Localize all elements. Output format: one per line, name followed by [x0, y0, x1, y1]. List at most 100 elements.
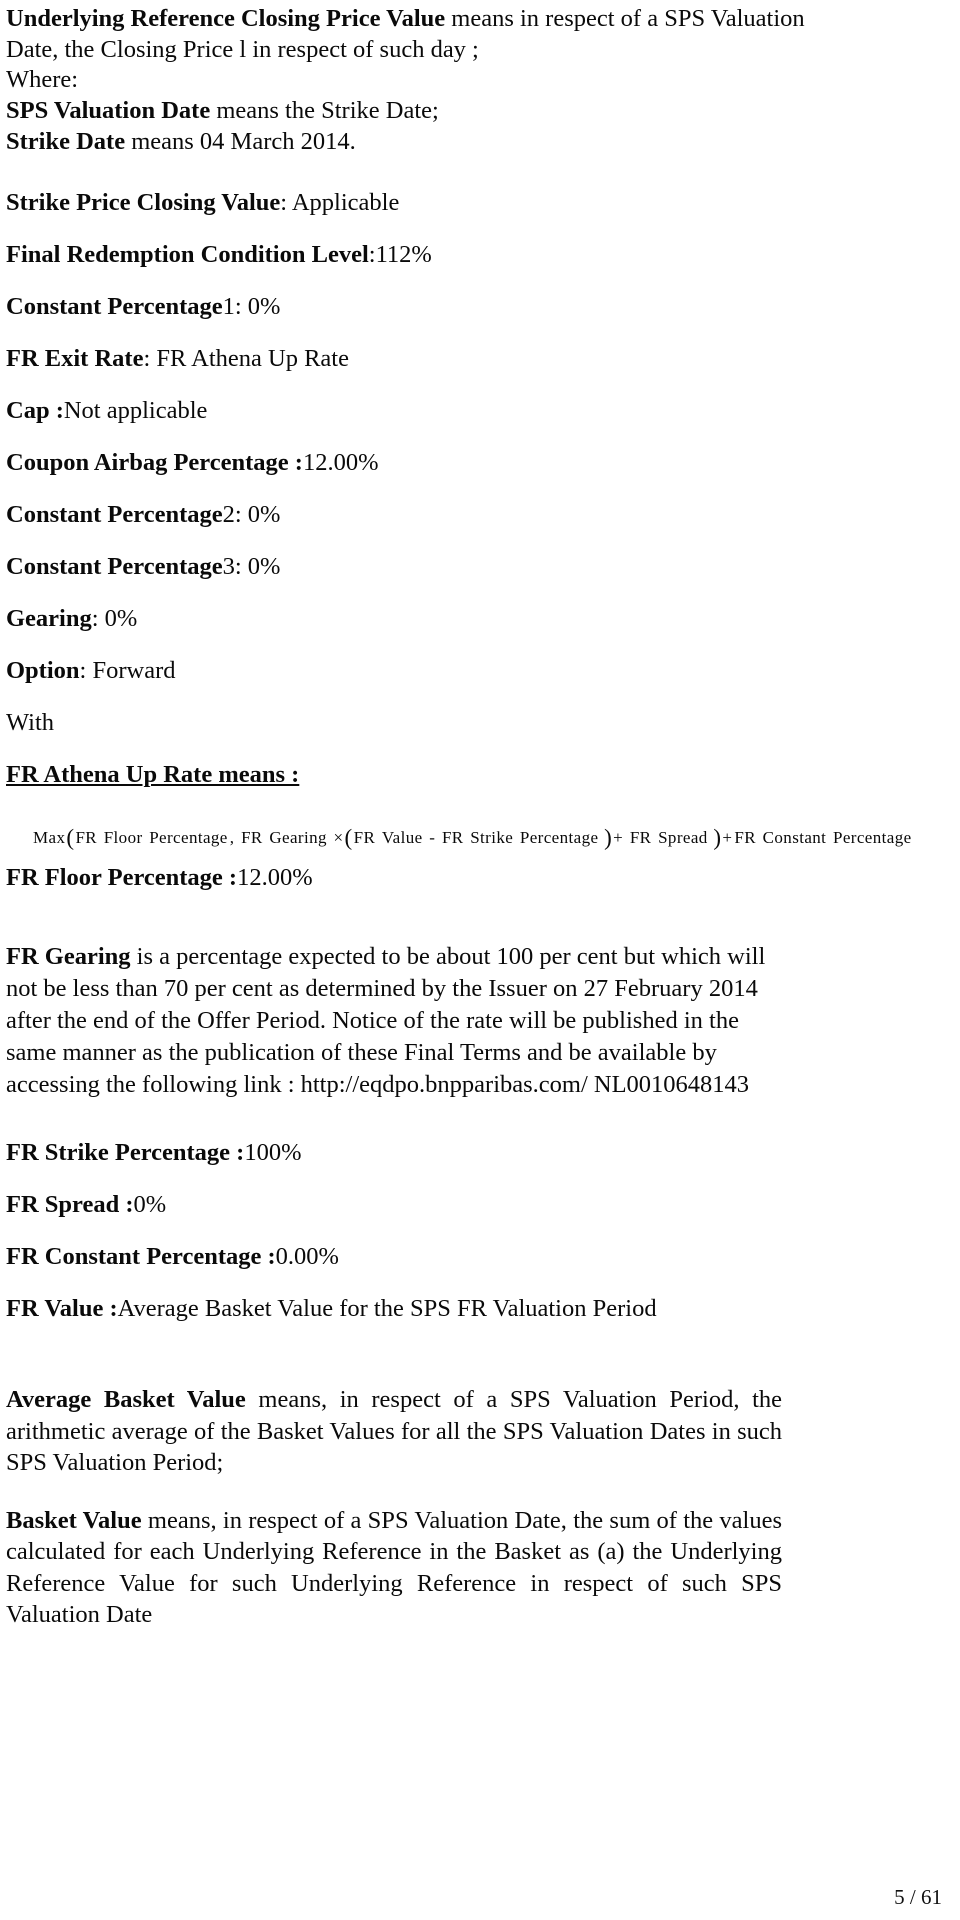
fr-athena-up-rate-formula: Max(FR Floor Percentage, FR Gearing ×(FR… — [6, 824, 911, 852]
basket-value-paragraph: Basket Value means, in respect of a SPS … — [6, 1505, 782, 1631]
term-fr-value: FR Value : Average Basket Value for the … — [6, 1294, 782, 1346]
intro-term-underlying-reference: Underlying Reference Closing Price Value — [6, 5, 446, 32]
term-value: : Forward — [79, 656, 176, 684]
term-label: Cap : — [6, 396, 64, 424]
formula-token: , — [229, 827, 235, 847]
term-fr-floor-percentage: FR Floor Percentage : 12.00% — [6, 863, 782, 915]
formula-token: ( — [66, 824, 75, 850]
average-basket-value-paragraph: Average Basket Value means, in respect o… — [6, 1384, 782, 1478]
term-value: 3: 0% — [222, 552, 281, 580]
intro-line-5: Strike Date means 04 March 2014. — [6, 127, 782, 158]
term-label: Final Redemption Condition Level — [6, 240, 369, 268]
formula-token: FR — [441, 827, 464, 847]
spacer-after-fr-gearing — [6, 1100, 782, 1138]
spacer-before-formula — [6, 812, 782, 824]
basket-value-label: Basket Value — [6, 1506, 142, 1534]
intro-term-strike-date: Strike Date — [6, 127, 126, 155]
intro-line-4: SPS Valuation Date means the Strike Date… — [6, 96, 782, 127]
formula-multiply-operator: × — [333, 827, 344, 847]
formula-token: Percentage — [832, 827, 912, 847]
term-gearing: Gearing: 0% — [6, 604, 782, 656]
intro-term-sps-valuation-date: SPS Valuation Date — [6, 97, 211, 125]
formula-token: Constant — [762, 827, 827, 847]
term-label: FR Strike Percentage : — [6, 1139, 245, 1167]
fr-athena-up-rate-heading-row: FR Athena Up Rate means : — [6, 760, 782, 812]
term-value: Not applicable — [63, 396, 208, 424]
spacer-after-intro — [6, 162, 782, 188]
term-value: 1: 0% — [222, 292, 281, 320]
term-fr-spread: FR Spread : 0% — [6, 1190, 782, 1242]
term-label: Option — [6, 656, 80, 684]
formula-token: Percentage — [149, 827, 228, 847]
term-label: FR Floor Percentage : — [6, 864, 238, 892]
term-value: : Applicable — [280, 188, 400, 216]
term-fr-constant-percentage: FR Constant Percentage : 0.00% — [6, 1242, 782, 1294]
formula-token: Value — [381, 827, 423, 847]
term-constant-percentage-1: Constant Percentage 1: 0% — [6, 292, 782, 344]
term-value: 0.00% — [275, 1243, 339, 1271]
term-constant-percentage-2: Constant Percentage 2: 0% — [6, 500, 782, 552]
term-label: Constant Percentage — [6, 500, 223, 528]
intro-line-2: Date, the Closing Price l in respect of … — [6, 35, 479, 63]
formula-token: Floor — [103, 827, 143, 847]
formula-token: ( — [344, 824, 353, 850]
intro-line-5-rest: means 04 March 2014. — [125, 127, 356, 155]
term-final-redemption-condition-level: Final Redemption Condition Level:112% — [6, 240, 782, 292]
term-label: Coupon Airbag Percentage : — [6, 448, 303, 476]
term-label: Constant Percentage — [6, 552, 223, 580]
term-option: Option: Forward — [6, 656, 782, 708]
formula-token: FR — [629, 827, 652, 847]
fr-gearing-paragraph: FR Gearing is a percentage expected to b… — [6, 941, 782, 1100]
term-value: Average Basket Value for the SPS FR Valu… — [117, 1295, 657, 1323]
intro-line-3-where: Where: — [6, 66, 79, 94]
term-value: : FR Athena Up Rate — [143, 344, 349, 372]
term-label: FR Exit Rate — [6, 344, 144, 372]
term-label: FR Value : — [6, 1295, 118, 1323]
term-coupon-airbag-percentage: Coupon Airbag Percentage : 12.00% — [6, 448, 782, 500]
spacer-before-fr-gearing — [6, 915, 782, 941]
formula-token: Spread — [658, 827, 708, 847]
term-label: Gearing — [6, 604, 92, 632]
intro-line-1: Underlying Reference Closing Price Value… — [6, 4, 805, 35]
intro-line-1-rest: means in respect of a SPS Valuation — [445, 5, 805, 32]
term-label: Constant Percentage — [6, 292, 223, 320]
average-basket-value-label: Average Basket Value — [6, 1386, 246, 1414]
spacer-after-formula — [6, 851, 782, 863]
formula-token: Max — [33, 827, 66, 847]
term-fr-exit-rate: FR Exit Rate : FR Athena Up Rate — [6, 344, 782, 396]
intro-block: Underlying Reference Closing Price Value… — [6, 4, 805, 158]
with-label: With — [6, 708, 55, 736]
formula-token: FR — [75, 827, 98, 847]
term-value: 12.00% — [237, 864, 313, 892]
formula-plus-operator: + — [722, 827, 733, 847]
formula-token: Strike — [470, 827, 514, 847]
term-label: FR Spread : — [6, 1191, 134, 1219]
fr-gearing-label: FR Gearing — [6, 943, 131, 971]
formula-token: ) — [604, 824, 613, 850]
term-fr-strike-percentage: FR Strike Percentage : 100% — [6, 1138, 782, 1190]
formula-plus-operator: + — [613, 827, 624, 847]
fr-athena-up-rate-heading: FR Athena Up Rate means : — [6, 760, 300, 788]
page-content: Underlying Reference Closing Price Value… — [6, 4, 911, 1631]
term-cap: Cap : Not applicable — [6, 396, 782, 448]
intro-line-4-rest: means the Strike Date; — [210, 97, 439, 125]
formula-token: FR — [353, 827, 376, 847]
formula-token: Gearing — [269, 827, 327, 847]
document-page: Underlying Reference Closing Price Value… — [0, 0, 960, 1920]
spacer-between-definitions — [6, 1479, 782, 1505]
formula-minus-operator: - — [429, 827, 436, 847]
term-constant-percentage-3: Constant Percentage 3: 0% — [6, 552, 782, 604]
term-value: :112% — [368, 240, 432, 268]
formula-token: Percentage — [519, 827, 599, 847]
term-value: 0% — [133, 1191, 167, 1219]
term-value: 12.00% — [302, 448, 379, 476]
formula-token: FR — [241, 827, 263, 847]
term-value: : 0% — [91, 604, 138, 632]
term-label: Strike Price Closing Value — [6, 188, 281, 216]
term-value: 100% — [244, 1139, 302, 1167]
term-label: FR Constant Percentage : — [6, 1243, 276, 1271]
spacer-before-definitions — [6, 1346, 782, 1384]
term-value: 2: 0% — [222, 500, 281, 528]
term-strike-price-closing-value: Strike Price Closing Value : Applicable — [6, 188, 782, 240]
page-number: 5 / 61 — [894, 1885, 942, 1909]
